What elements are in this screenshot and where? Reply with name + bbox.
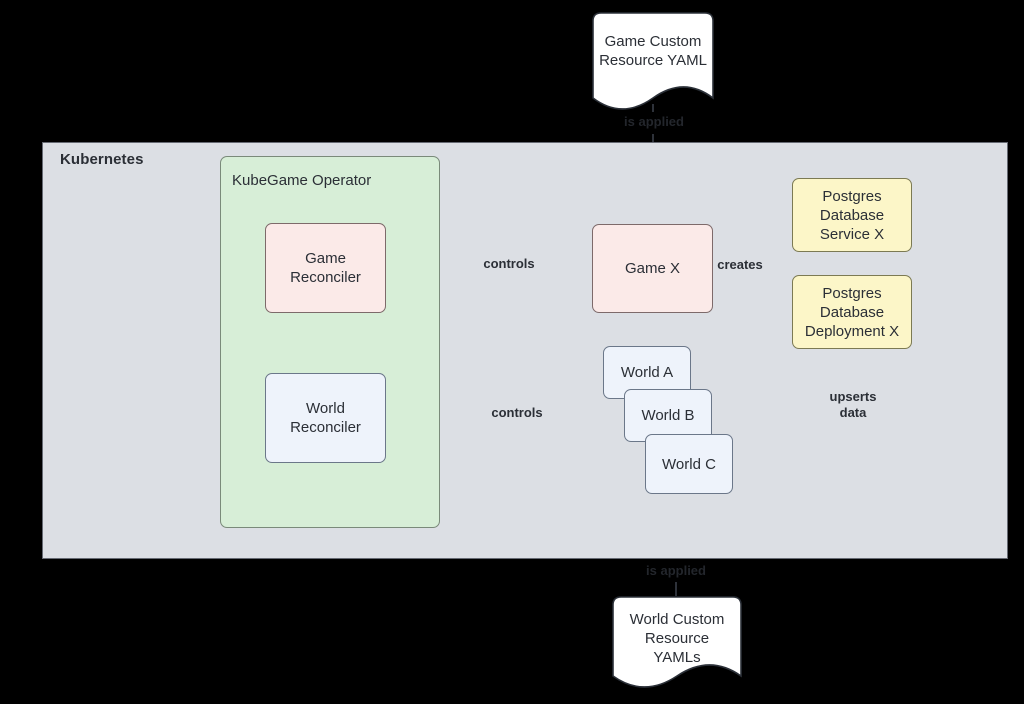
node-world-reconciler[interactable]: World Reconciler xyxy=(265,373,386,463)
edge-label-upserts-data: upserts data xyxy=(829,389,877,420)
edge-label-controls-world: controls xyxy=(491,405,543,420)
node-game-x[interactable]: Game X xyxy=(592,224,713,313)
kubegame-operator-container xyxy=(220,156,440,528)
kubegame-operator-label: KubeGame Operator xyxy=(232,172,372,189)
node-world-custom-resource-yamls[interactable]: World Custom Resource YAMLs xyxy=(612,596,742,692)
edge-label-is-applied-bottom: is applied xyxy=(646,563,706,578)
edge-label-controls-game: controls xyxy=(483,256,535,271)
world-yaml-label: World Custom Resource YAMLs xyxy=(629,611,725,666)
edge-label-is-applied-top: is applied xyxy=(624,114,684,129)
node-game-custom-resource-yaml[interactable]: Game Custom Resource YAML xyxy=(592,12,714,115)
node-world-c[interactable]: World C xyxy=(645,434,733,494)
game-yaml-label: Game Custom Resource YAML xyxy=(599,33,707,69)
edge-label-creates: creates xyxy=(717,257,763,272)
node-game-reconciler[interactable]: Game Reconciler xyxy=(265,223,386,313)
diagram-canvas: Kubernetes KubeGame Operator Game Reconc… xyxy=(0,0,1024,704)
node-postgres-database-service-x[interactable]: Postgres Database Service X xyxy=(792,178,912,252)
node-postgres-database-deployment-x[interactable]: Postgres Database Deployment X xyxy=(792,275,912,349)
kubernetes-label: Kubernetes xyxy=(60,151,144,168)
